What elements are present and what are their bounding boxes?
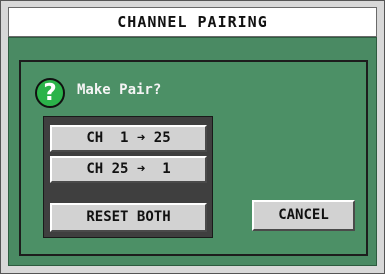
dialog-prompt: Make Pair? — [77, 82, 162, 98]
ch1-to-ch25-button[interactable]: CH 1 ➜ 25 — [50, 125, 207, 152]
ch25-to-ch1-button[interactable]: CH 25 ➜ 1 — [50, 156, 207, 183]
pairing-options-panel: CH 1 ➜ 25 CH 25 ➜ 1 RESET BOTH — [43, 116, 213, 238]
pairing-dialog: ? Make Pair? CH 1 ➜ 25 CH 25 ➜ 1 RESET B… — [19, 60, 368, 256]
cancel-button[interactable]: CANCEL — [252, 200, 355, 231]
window-title: CHANNEL PAIRING — [8, 7, 377, 37]
reset-both-button[interactable]: RESET BOTH — [50, 203, 207, 232]
channel-pairing-window: CHANNEL PAIRING ? Make Pair? CH 1 ➜ 25 C… — [0, 0, 385, 274]
question-icon: ? — [35, 78, 65, 108]
dialog-background: ? Make Pair? CH 1 ➜ 25 CH 25 ➜ 1 RESET B… — [8, 37, 377, 266]
